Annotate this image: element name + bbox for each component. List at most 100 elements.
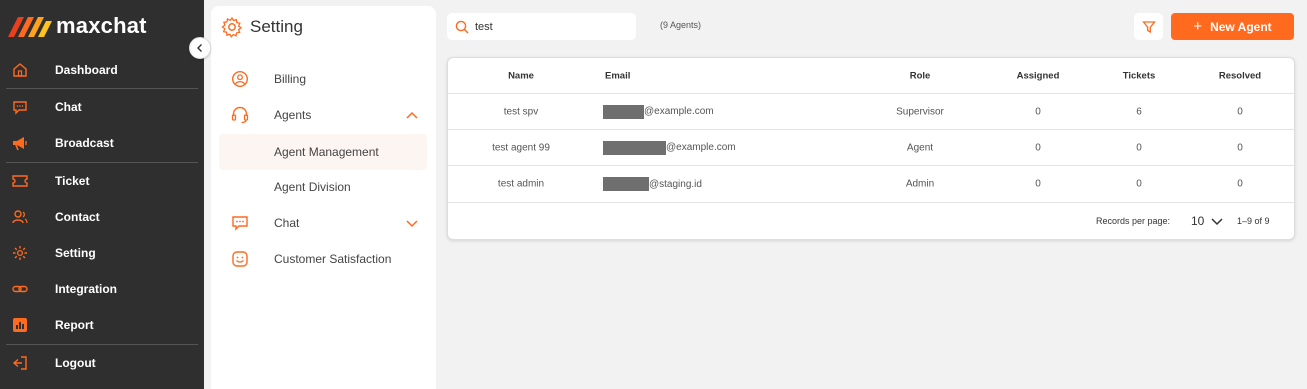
sidebar-item-report[interactable]: Report: [0, 307, 204, 343]
new-agent-button[interactable]: + New Agent: [1171, 13, 1294, 40]
sidebar-nav: Dashboard Chat Broadcast Ticket Contact …: [0, 52, 204, 381]
table-row[interactable]: test agent 99 @example.com Agent 0 0 0: [448, 130, 1294, 166]
email-domain: @example.com: [666, 142, 736, 153]
user-circle-icon: [231, 70, 249, 88]
gear-icon: [221, 16, 243, 38]
gear-icon: [13, 246, 27, 261]
resolved-count: 0: [1237, 106, 1243, 117]
filter-icon: [1141, 20, 1156, 33]
resolved-count: 0: [1237, 142, 1243, 153]
filter-button[interactable]: [1134, 13, 1163, 40]
menu-item-agent-division[interactable]: Agent Division: [219, 169, 427, 205]
column-header-assigned[interactable]: Assigned: [1017, 70, 1060, 81]
tickets-count: 0: [1136, 178, 1142, 190]
menu-item-agent-management[interactable]: Agent Management: [219, 134, 427, 170]
records-per-page-select[interactable]: 10: [1191, 214, 1204, 228]
sidebar-item-setting[interactable]: Setting: [0, 235, 204, 271]
sidebar-item-broadcast[interactable]: Broadcast: [0, 125, 204, 161]
records-per-page-label: Records per page:: [1096, 216, 1171, 226]
table-header-row: Name Email Role Assigned Tickets Resolve…: [448, 58, 1294, 94]
settings-header: Setting: [221, 16, 303, 38]
assigned-count: 0: [1035, 106, 1041, 117]
sidebar-item-label: Setting: [55, 246, 96, 261]
sidebar-item-label: Chat: [55, 100, 82, 115]
plus-icon: +: [1193, 18, 1203, 35]
chat-icon: [232, 216, 248, 231]
tickets-count: 6: [1136, 106, 1142, 117]
search-box[interactable]: [447, 13, 636, 40]
menu-item-customer-satisfaction[interactable]: Customer Satisfaction: [219, 241, 427, 277]
agent-name: test admin: [497, 178, 545, 190]
sidebar-item-label: Report: [55, 318, 94, 333]
menu-item-agents[interactable]: Agents: [219, 97, 427, 133]
settings-panel: Setting Billing Agents Agent Management …: [211, 6, 436, 389]
new-agent-label: New Agent: [1210, 19, 1272, 34]
table-row[interactable]: test spv @example.com Supervisor 0 6 0: [448, 94, 1294, 130]
collapse-sidebar-button[interactable]: [189, 37, 211, 59]
sidebar-item-label: Dashboard: [55, 63, 118, 78]
sidebar-item-label: Contact: [55, 209, 100, 224]
chevron-down-icon: [406, 220, 418, 228]
agent-name: test agent 99: [492, 142, 550, 153]
menu-item-chat[interactable]: Chat: [219, 205, 427, 241]
sidebar-item-label: Broadcast: [55, 136, 114, 151]
sidebar-item-chat[interactable]: Chat: [0, 89, 204, 125]
redacted-block: [603, 104, 644, 119]
assigned-count: 0: [1035, 178, 1041, 190]
agent-role: Admin: [905, 178, 935, 190]
agent-email: @staging.id: [603, 177, 702, 191]
column-header-role[interactable]: Role: [910, 70, 931, 81]
sidebar-item-logout[interactable]: Logout: [0, 345, 204, 381]
home-icon: [13, 63, 27, 77]
table-row[interactable]: test admin @staging.id Admin 0 0 0: [448, 166, 1294, 203]
search-input[interactable]: [475, 17, 625, 36]
menu-item-billing[interactable]: Billing: [219, 61, 427, 97]
assigned-count: 0: [1035, 142, 1041, 153]
link-icon: [12, 286, 28, 293]
column-header-tickets[interactable]: Tickets: [1123, 70, 1156, 81]
sidebar-item-integration[interactable]: Integration: [0, 271, 204, 307]
chevron-left-icon: [197, 44, 202, 52]
contact-icon: [12, 210, 28, 224]
redacted-block: [603, 177, 649, 191]
agents-table: Name Email Role Assigned Tickets Resolve…: [447, 57, 1295, 240]
report-icon: [13, 318, 27, 333]
redacted-block: [603, 140, 666, 155]
chevron-up-icon: [406, 111, 418, 119]
sidebar-item-label: Integration: [55, 282, 117, 297]
logo: maxchat: [8, 8, 147, 44]
email-domain: @example.com: [644, 106, 714, 117]
maxchat-logo-icon: [8, 17, 52, 37]
agent-name: test spv: [503, 106, 539, 117]
email-domain: @staging.id: [649, 178, 702, 190]
sidebar-item-dashboard[interactable]: Dashboard: [0, 52, 204, 88]
chat-icon: [13, 101, 27, 115]
sidebar-item-ticket[interactable]: Ticket: [0, 163, 204, 199]
menu-item-label: Billing: [274, 72, 307, 86]
menu-item-label: Customer Satisfaction: [274, 252, 392, 266]
app-name: maxchat: [56, 13, 147, 38]
column-header-name[interactable]: Name: [508, 70, 534, 81]
headset-icon: [231, 106, 249, 124]
resolved-count: 0: [1237, 178, 1243, 190]
ticket-icon: [12, 174, 28, 187]
pagination-range: 1–9 of 9: [1237, 216, 1270, 226]
smiley-icon: [232, 251, 248, 267]
main-sidebar: maxchat Dashboard Chat Broadcast Ticket …: [0, 0, 204, 389]
column-header-email[interactable]: Email: [605, 70, 630, 81]
menu-item-label: Agent Management: [274, 145, 379, 159]
column-header-resolved[interactable]: Resolved: [1219, 70, 1261, 81]
agent-email: @example.com: [603, 104, 714, 119]
menu-item-label: Agent Division: [274, 180, 351, 194]
tickets-count: 0: [1136, 142, 1142, 153]
search-icon: [455, 20, 469, 34]
agent-role: Agent: [906, 142, 934, 153]
menu-item-label: Agents: [274, 108, 312, 122]
logout-icon: [12, 355, 27, 370]
sidebar-item-contact[interactable]: Contact: [0, 199, 204, 235]
agent-count: (9 Agents): [660, 20, 702, 30]
agent-role: Supervisor: [896, 106, 944, 117]
chevron-down-icon[interactable]: [1210, 216, 1224, 228]
sidebar-item-label: Logout: [55, 355, 96, 370]
menu-item-label: Chat: [274, 216, 300, 230]
